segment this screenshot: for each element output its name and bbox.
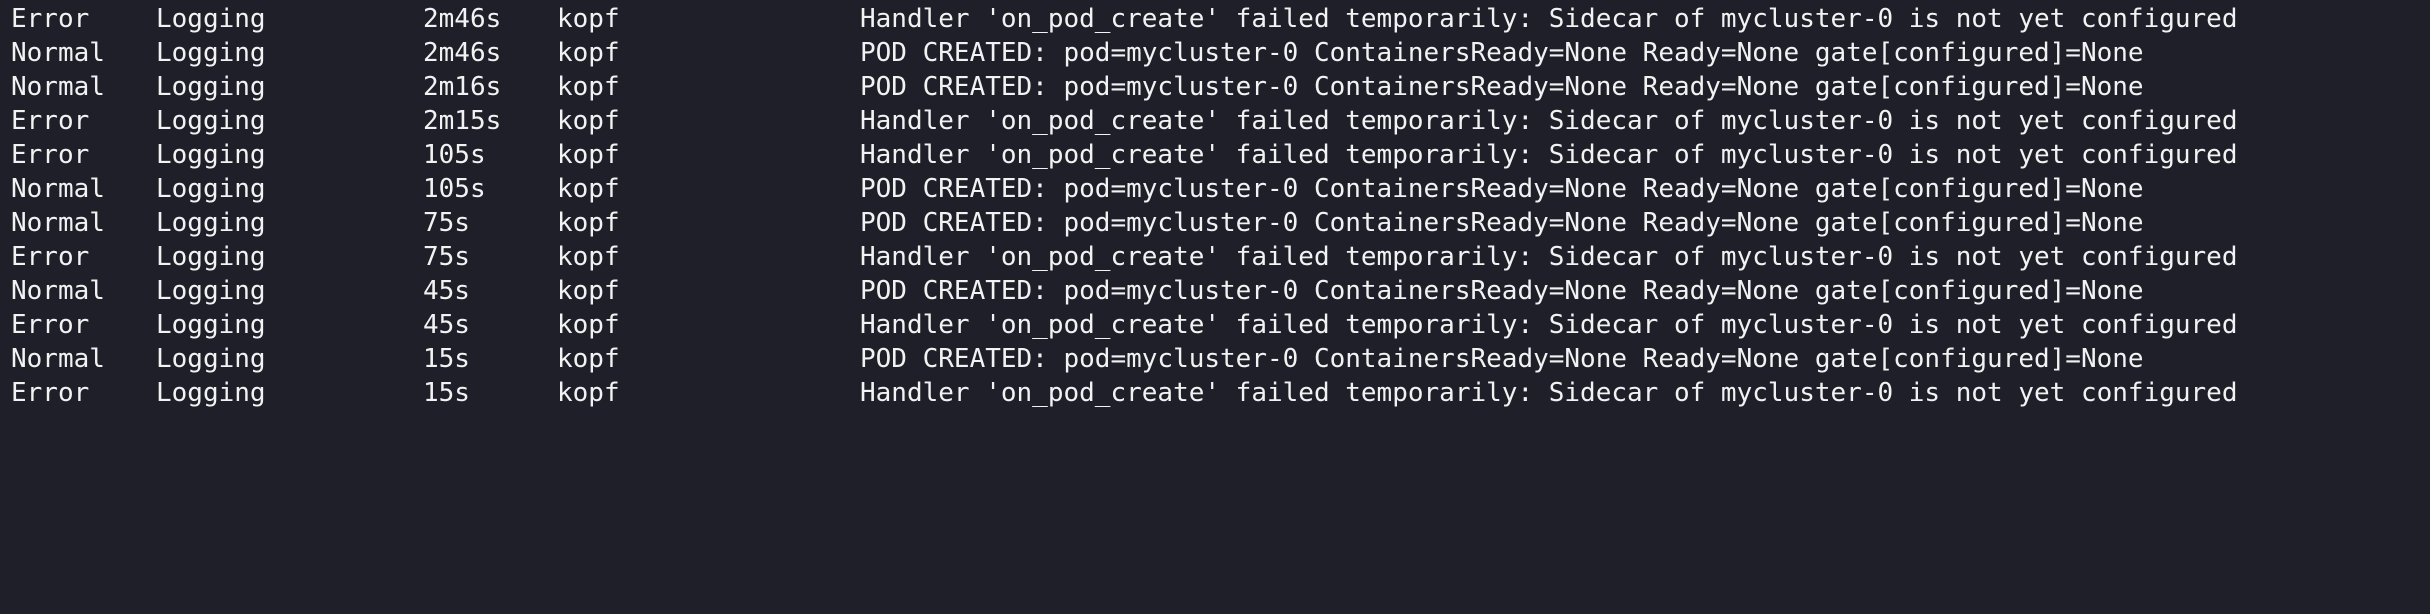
event-message: POD CREATED: pod=mycluster-0 ContainersR… [860, 38, 2144, 68]
event-age: 2m46s [423, 38, 502, 68]
event-source: kopf [557, 4, 620, 34]
event-message: Handler 'on_pod_create' failed temporari… [860, 242, 2238, 272]
event-reason: Logging [156, 242, 266, 272]
event-message: Handler 'on_pod_create' failed temporari… [860, 106, 2238, 136]
event-age: 75s [423, 208, 470, 238]
event-source: kopf [557, 310, 620, 340]
event-type: Normal [11, 208, 105, 238]
event-source: kopf [557, 208, 620, 238]
event-type: Normal [11, 276, 105, 306]
event-source: kopf [557, 72, 620, 102]
event-row: Error Logging 2m15s kopf Handler 'on_pod… [0, 104, 2430, 138]
event-age: 15s [423, 378, 470, 408]
event-age: 2m16s [423, 72, 502, 102]
event-reason: Logging [156, 106, 266, 136]
event-message: POD CREATED: pod=mycluster-0 ContainersR… [860, 174, 2144, 204]
event-source: kopf [557, 38, 620, 68]
event-source: kopf [557, 242, 620, 272]
event-type: Error [11, 310, 90, 340]
event-source: kopf [557, 378, 620, 408]
event-source: kopf [557, 174, 620, 204]
event-message: Handler 'on_pod_create' failed temporari… [860, 4, 2238, 34]
event-row: Error Logging 45s kopf Handler 'on_pod_c… [0, 308, 2430, 342]
event-row: Normal Logging 75s kopf POD CREATED: pod… [0, 206, 2430, 240]
event-type: Error [11, 242, 90, 272]
event-type: Normal [11, 174, 105, 204]
event-reason: Logging [156, 72, 266, 102]
event-reason: Logging [156, 174, 266, 204]
event-message: Handler 'on_pod_create' failed temporari… [860, 140, 2238, 170]
event-row: Normal Logging 15s kopf POD CREATED: pod… [0, 342, 2430, 376]
event-type: Normal [11, 72, 105, 102]
event-type: Error [11, 106, 90, 136]
event-age: 45s [423, 310, 470, 340]
event-type: Normal [11, 38, 105, 68]
event-reason: Logging [156, 310, 266, 340]
event-message: POD CREATED: pod=mycluster-0 ContainersR… [860, 276, 2144, 306]
event-reason: Logging [156, 140, 266, 170]
event-source: kopf [557, 344, 620, 374]
terminal-output: Error Logging 2m46s kopf Handler 'on_pod… [0, 0, 2430, 410]
event-age: 105s [423, 174, 486, 204]
event-reason: Logging [156, 276, 266, 306]
event-row: Normal Logging 2m46s kopf POD CREATED: p… [0, 36, 2430, 70]
event-age: 2m15s [423, 106, 502, 136]
event-reason: Logging [156, 38, 266, 68]
event-reason: Logging [156, 344, 266, 374]
event-row: Normal Logging 105s kopf POD CREATED: po… [0, 172, 2430, 206]
event-type: Error [11, 378, 90, 408]
event-reason: Logging [156, 208, 266, 238]
event-message: Handler 'on_pod_create' failed temporari… [860, 310, 2238, 340]
event-row: Error Logging 105s kopf Handler 'on_pod_… [0, 138, 2430, 172]
event-age: 45s [423, 276, 470, 306]
event-type: Error [11, 140, 90, 170]
event-row: Normal Logging 45s kopf POD CREATED: pod… [0, 274, 2430, 308]
event-age: 2m46s [423, 4, 502, 34]
event-message: POD CREATED: pod=mycluster-0 ContainersR… [860, 72, 2144, 102]
event-age: 15s [423, 344, 470, 374]
event-row: Error Logging 15s kopf Handler 'on_pod_c… [0, 376, 2430, 410]
event-row: Error Logging 75s kopf Handler 'on_pod_c… [0, 240, 2430, 274]
event-message: POD CREATED: pod=mycluster-0 ContainersR… [860, 208, 2144, 238]
event-source: kopf [557, 276, 620, 306]
event-row: Error Logging 2m46s kopf Handler 'on_pod… [0, 2, 2430, 36]
event-message: POD CREATED: pod=mycluster-0 ContainersR… [860, 344, 2144, 374]
event-type: Normal [11, 344, 105, 374]
event-reason: Logging [156, 4, 266, 34]
event-reason: Logging [156, 378, 266, 408]
event-source: kopf [557, 106, 620, 136]
event-row: Normal Logging 2m16s kopf POD CREATED: p… [0, 70, 2430, 104]
event-age: 105s [423, 140, 486, 170]
event-source: kopf [557, 140, 620, 170]
event-type: Error [11, 4, 90, 34]
event-age: 75s [423, 242, 470, 272]
event-message: Handler 'on_pod_create' failed temporari… [860, 378, 2238, 408]
